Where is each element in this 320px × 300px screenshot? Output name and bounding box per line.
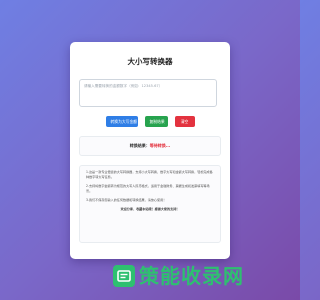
help-paragraph-1: 1.这是一款专业便捷的大写转换器，支持小大写转换、数字大写和金额大写转换，轻松完… xyxy=(86,170,213,179)
help-footer: 欢迎分享、收藏本站哦！感谢大家的支持！ xyxy=(120,207,180,211)
convert-button[interactable]: 转换为大写金额 xyxy=(105,116,138,127)
watermark: 策能收录网 xyxy=(113,261,283,291)
help-paragraph-3: 3.我们不保存您输入的任何数据和转换结果，请放心使用！ xyxy=(86,198,167,202)
help-paragraph-2: 2.支持将数字金额转为规范的大写人民币格式，适用于金融财务、票据生成和发票填写等… xyxy=(86,184,210,193)
copy-button[interactable]: 复制结果 xyxy=(144,116,168,127)
result-status: 等待转换... xyxy=(149,143,171,148)
result-panel: 转换结果：等待转换... xyxy=(79,136,221,156)
clear-button[interactable]: 清空 xyxy=(174,116,195,127)
result-label: 转换结果： xyxy=(129,143,150,148)
amount-input[interactable]: 请输入需要转换的金额数字（例如：12345.67） xyxy=(79,79,217,107)
converter-card: 大小写转换器 请输入需要转换的金额数字（例如：12345.67） 转换为大写金额… xyxy=(70,42,230,259)
watermark-text: 策能收录网 xyxy=(139,264,244,288)
help-panel: 1.这是一款专业便捷的大写转换器，支持小大写转换、数字大写和金额大写转换，轻松完… xyxy=(79,165,221,243)
page-title: 大小写转换器 xyxy=(127,57,173,66)
amount-input-placeholder: 请输入需要转换的金额数字（例如：12345.67） xyxy=(84,84,163,88)
action-buttons: 转换为大写金额 复制结果 清空 xyxy=(79,116,221,127)
watermark-logo-icon xyxy=(113,265,135,287)
